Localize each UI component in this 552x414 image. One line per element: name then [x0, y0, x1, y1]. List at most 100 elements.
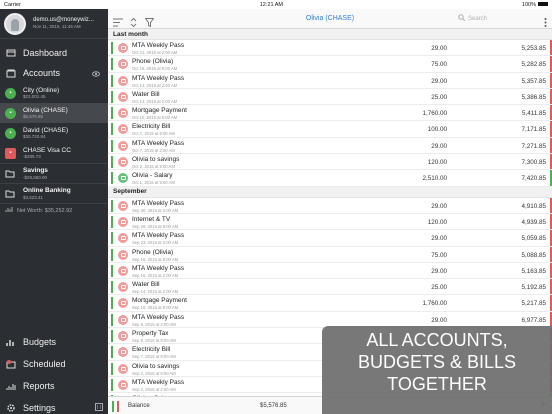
transaction-row[interactable]: Mortgage Payment Oct 10, 2015 at 9:00 AM 1…	[108, 105, 552, 122]
transaction-date: Sep 10, 2015 at 9:00 AM	[132, 305, 179, 311]
transaction-name: Phone (Olivia)	[132, 58, 174, 66]
transaction-amount: 29.00	[431, 267, 447, 275]
transaction-row[interactable]: Mortgage Payment Sep 10, 2015 at 9:00 AM 1…	[108, 295, 552, 312]
running-balance: 4,939.85	[521, 218, 546, 226]
account-color-marker	[111, 156, 113, 169]
account-color-marker	[111, 139, 113, 152]
transaction-name: Mortgage Payment	[132, 297, 187, 305]
net-worth-label: Net Worth: $35,252.92	[17, 207, 73, 214]
running-balance: 5,386.85	[521, 93, 546, 101]
expense-icon	[118, 282, 128, 293]
transaction-row[interactable]: MTA Weekly Pass Sep 16, 2015 at 2:00 AM 29…	[108, 262, 552, 280]
nav-scheduled[interactable]: Scheduled	[0, 353, 108, 375]
account-color-marker	[111, 90, 113, 103]
toolbar: Olivia (CHASE) Search	[108, 9, 552, 29]
transaction-date: Sep 16, 2015 at 2:00 AM	[132, 272, 179, 278]
transaction-name: Water Bill	[132, 90, 160, 98]
transaction-row[interactable]: Water Bill Oct 14, 2015 at 2:00 AM 25.00 5,…	[108, 88, 552, 106]
transaction-name: Mortgage Payment	[132, 107, 187, 115]
transaction-row[interactable]: MTA Weekly Pass Oct 21, 2015 at 2:00 AM 29…	[108, 40, 552, 57]
transaction-row[interactable]: MTA Weekly Pass Sep 23, 2015 at 2:00 AM 29…	[108, 230, 552, 247]
calendar-icon	[5, 359, 16, 369]
account-color-marker	[111, 362, 113, 375]
calculator-icon[interactable]	[95, 403, 103, 413]
running-balance: 5,088.85	[521, 251, 546, 259]
search-placeholder: Search	[468, 15, 488, 22]
balance-value: $5,576.85	[260, 402, 287, 409]
nav-budgets[interactable]: Budgets	[0, 331, 108, 353]
running-balance: 7,420.85	[521, 175, 546, 183]
transaction-amount: 29.00	[431, 202, 447, 210]
transaction-date: Sep 26, 2015 at 9:00 AM	[132, 223, 179, 229]
transaction-date: Oct 1, 2015 at 9:00 AM	[132, 180, 175, 186]
transaction-row[interactable]: Electricity Bill Oct 7, 2015 at 9:00 AM 10…	[108, 121, 552, 138]
carrier-label: Carrier	[4, 1, 21, 8]
section-header: September	[108, 186, 552, 198]
transaction-name: Phone (Olivia)	[132, 248, 174, 256]
account-item-olivia[interactable]: ▪ Olivia (CHASE) $5,576.85	[0, 103, 108, 123]
transaction-row[interactable]: Olivia - Salary Oct 1, 2015 at 9:00 AM 2,5…	[108, 170, 552, 187]
transaction-row[interactable]: Olivia to savings Oct 2, 2015 at 9:00 AM 1…	[108, 154, 552, 171]
nav-accounts[interactable]: Accounts	[0, 63, 108, 83]
transaction-name: MTA Weekly Pass	[132, 199, 185, 207]
account-color-marker	[111, 264, 113, 277]
transaction-row[interactable]: Water Bill Sep 14, 2015 at 2:00 AM 25.00 5,…	[108, 279, 552, 296]
nav-settings-label: Settings	[23, 403, 56, 413]
account-item-city[interactable]: ▪ City (Online) $23,001.45	[0, 83, 108, 103]
running-balance: 5,059.85	[521, 235, 546, 243]
search-field[interactable]: Search	[458, 14, 487, 23]
transaction-name: MTA Weekly Pass	[132, 313, 185, 321]
bank-icon: ▪	[5, 107, 16, 119]
running-balance: 5,192.85	[521, 284, 546, 292]
transaction-amount: 120.00	[427, 218, 447, 226]
transaction-row[interactable]: Phone (Olivia) Oct 16, 2015 at 9:00 AM 75.…	[108, 56, 552, 73]
transaction-date: Sep 7, 2015 at 9:00 AM	[132, 354, 176, 360]
transaction-date: Sep 8, 2015 at 9:00 AM	[132, 338, 176, 344]
transaction-amount: 25.00	[431, 93, 447, 101]
transaction-row[interactable]: Internet & TV Sep 26, 2015 at 9:00 AM 120.…	[108, 213, 552, 231]
transaction-row[interactable]: MTA Weekly Pass Oct 7, 2015 at 2:00 AM 29.…	[108, 137, 552, 155]
account-color-marker	[111, 172, 113, 185]
account-item-visa[interactable]: ▪ CHASE Visa CC -$289.73	[0, 143, 108, 163]
account-group-savings[interactable]: Savings -$29,650.00	[0, 163, 108, 183]
bank-icon: ▪	[5, 127, 16, 139]
account-group-online-banking[interactable]: Online Banking $3,523.41	[0, 183, 108, 203]
transaction-date: Sep 14, 2015 at 2:00 AM	[132, 289, 179, 295]
account-color-marker	[111, 199, 113, 212]
transaction-date: Sep 2, 2015 at 9:00 AM	[132, 370, 176, 376]
profile-header[interactable]: demo.us@moneywiz... Nov 11, 2015, 11:46 …	[0, 9, 108, 39]
balance-left-marker-red	[117, 401, 119, 412]
transaction-date: Oct 21, 2015 at 2:00 AM	[132, 50, 178, 55]
balance-label: Balance	[128, 402, 150, 409]
credit-card-icon: ▪	[5, 147, 16, 159]
account-item-david[interactable]: ▪ David (CHASE) $30,720.84	[0, 123, 108, 143]
transaction-row[interactable]: MTA Weekly Pass Oct 14, 2015 at 2:00 AM 29…	[108, 72, 552, 89]
visibility-eye-icon[interactable]	[92, 69, 100, 79]
account-color-marker	[111, 123, 113, 136]
nav-reports[interactable]: Reports	[0, 375, 108, 397]
account-name: City (Online)	[23, 86, 60, 94]
expense-icon	[118, 43, 128, 53]
account-color-marker	[111, 378, 113, 391]
transaction-row[interactable]: MTA Weekly Pass Sep 30, 2015 at 2:00 AM 29…	[108, 197, 552, 214]
gear-icon	[5, 403, 16, 413]
nav-settings[interactable]: Settings	[0, 397, 108, 414]
reports-icon	[5, 381, 16, 391]
running-balance: 5,411.85	[521, 110, 546, 118]
expense-icon	[118, 379, 128, 390]
avatar[interactable]	[4, 12, 26, 35]
account-name: Olivia (CHASE)	[23, 106, 68, 114]
transaction-amount: 29.00	[431, 45, 447, 52]
nav-dashboard[interactable]: Dashboard	[0, 43, 108, 63]
transaction-date: Oct 7, 2015 at 2:00 AM	[132, 147, 175, 153]
account-color-marker	[111, 248, 113, 261]
nav-scheduled-label: Scheduled	[23, 359, 66, 369]
transaction-date: Sep 23, 2015 at 2:00 AM	[132, 240, 179, 246]
transaction-date: Oct 14, 2015 at 2:00 AM	[132, 98, 178, 104]
transaction-name: Internet & TV	[132, 215, 171, 223]
transaction-date: Oct 14, 2015 at 2:00 AM	[132, 82, 178, 88]
transaction-name: Olivia to savings	[132, 362, 180, 370]
transaction-row[interactable]: Phone (Olivia) Sep 16, 2015 at 9:00 AM 75.…	[108, 246, 552, 263]
expense-icon	[118, 124, 128, 135]
bottom-nav: Budgets Scheduled Reports Settings	[0, 331, 108, 414]
